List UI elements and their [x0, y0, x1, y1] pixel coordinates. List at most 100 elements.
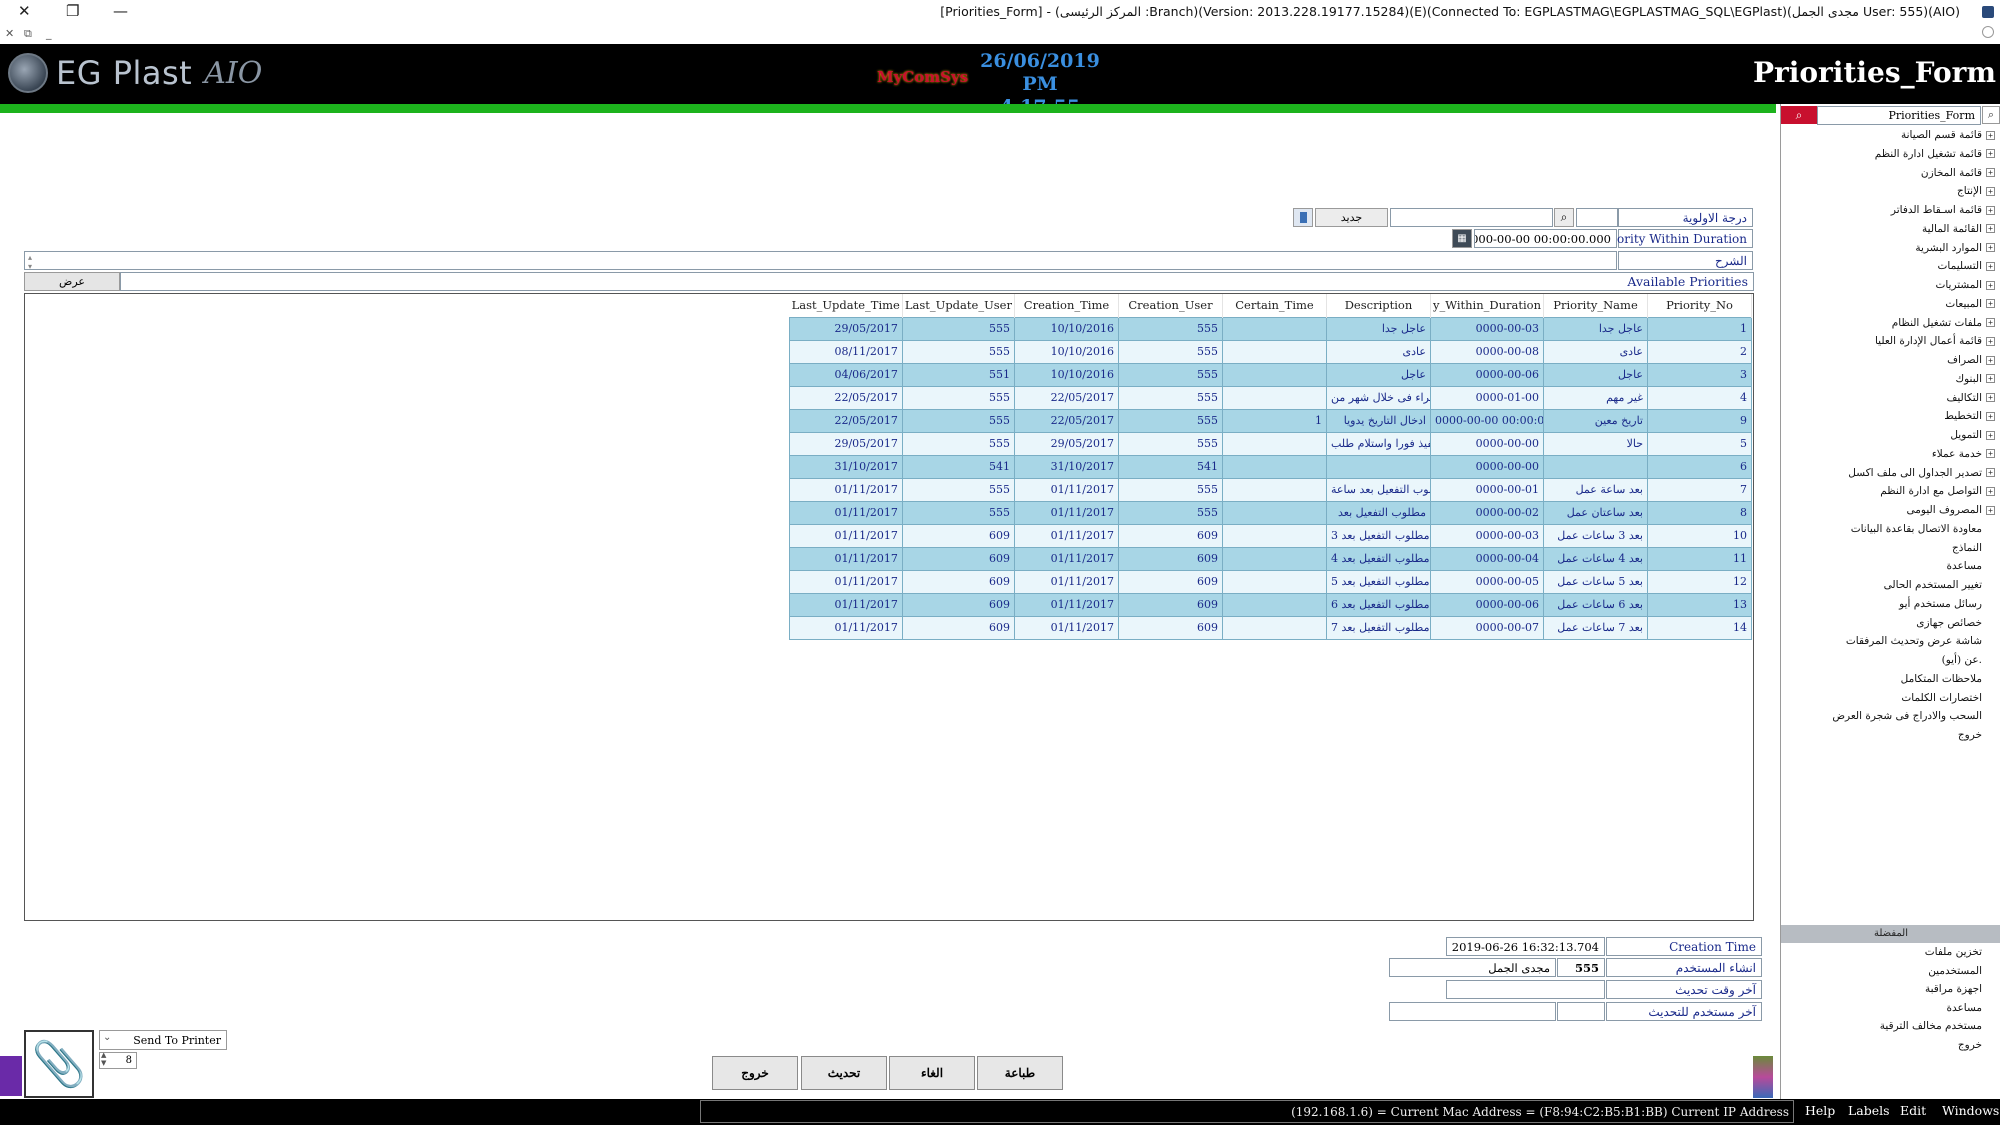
table-cell[interactable]: بعد ساعتان عمل: [1543, 500, 1648, 525]
priorities-grid[interactable]: Last_Update_Time Last_Update_User Creation…: [24, 293, 1754, 921]
table-cell[interactable]: مطلوب التفعيل بعد 5: [1325, 569, 1431, 594]
expand-icon[interactable]: +: [1986, 224, 1995, 234]
table-cell[interactable]: [1221, 546, 1327, 571]
new-button[interactable]: جديد: [1315, 208, 1388, 227]
table-cell[interactable]: 13: [1647, 592, 1752, 617]
table-cell[interactable]: 22/05/2017: [1013, 385, 1119, 410]
table-cell[interactable]: 609: [1117, 592, 1223, 617]
table-cell[interactable]: 541: [1117, 454, 1223, 479]
settings-icon[interactable]: [1982, 26, 1994, 38]
side-tab-icon[interactable]: [0, 1056, 22, 1096]
table-cell[interactable]: 9: [1647, 408, 1752, 433]
table-row[interactable]: 08/11/2017 555 10/10/2016 555 عادى 0000-00-08…: [789, 339, 1752, 364]
expand-icon[interactable]: +: [1986, 130, 1995, 140]
table-cell[interactable]: 12: [1647, 569, 1752, 594]
tree-item[interactable]: رسائل مستخدم أيو: [1899, 595, 1995, 613]
print-button[interactable]: طباعة: [977, 1056, 1063, 1090]
expand-icon[interactable]: +: [1986, 355, 1995, 365]
table-cell[interactable]: 0000-00-05: [1429, 569, 1545, 594]
expand-icon[interactable]: +: [1986, 205, 1995, 215]
table-cell[interactable]: [1221, 431, 1327, 456]
table-cell[interactable]: بعد 7 ساعات عمل: [1543, 615, 1648, 640]
table-cell[interactable]: التنفيذ فورا واستلام طلب: [1325, 431, 1431, 456]
tree-item[interactable]: النماذج: [1952, 539, 1995, 557]
table-cell[interactable]: 10/10/2016: [1013, 339, 1119, 364]
tree-item[interactable]: ملاحظات المتكامل: [1901, 670, 1995, 688]
calendar-icon[interactable]: ▦: [1452, 229, 1472, 248]
table-cell[interactable]: [1221, 569, 1327, 594]
tree-item[interactable]: التكاليف +: [1946, 389, 1995, 407]
table-cell[interactable]: [1221, 523, 1327, 548]
table-cell[interactable]: 609: [1117, 523, 1223, 548]
table-row[interactable]: 22/05/2017 555 22/05/2017 555 1 ادخال التاريخ…: [789, 408, 1752, 433]
table-cell[interactable]: عاجل: [1543, 362, 1648, 387]
table-cell[interactable]: عاجل جدا: [1543, 316, 1648, 341]
table-cell[interactable]: 29/05/2017: [789, 316, 903, 341]
table-row[interactable]: 01/11/2017 609 01/11/2017 609 مطلوب التفعيل …: [789, 523, 1752, 548]
column-header[interactable]: Certain_Time: [1222, 294, 1327, 317]
expand-icon[interactable]: +: [1986, 336, 1995, 346]
table-cell[interactable]: [1221, 385, 1327, 410]
magnifier-icon[interactable]: ⌕: [1982, 106, 2000, 124]
expand-icon[interactable]: +: [1986, 149, 1995, 159]
table-cell[interactable]: 609: [901, 546, 1015, 571]
priority-name-input[interactable]: [1390, 208, 1553, 227]
table-cell[interactable]: 0000-00-06: [1429, 362, 1545, 387]
favorite-item[interactable]: خروج: [1958, 1039, 1982, 1057]
table-cell[interactable]: [1221, 500, 1327, 525]
table-cell[interactable]: 01/11/2017: [1013, 523, 1119, 548]
expand-icon[interactable]: +: [1986, 486, 1995, 496]
table-cell[interactable]: 555: [1117, 316, 1223, 341]
expand-icon[interactable]: +: [1986, 505, 1995, 515]
table-cell[interactable]: 5: [1647, 431, 1752, 456]
table-cell[interactable]: بعد 4 ساعات عمل: [1543, 546, 1648, 571]
expand-icon[interactable]: +: [1986, 468, 1995, 477]
table-cell[interactable]: بعد 5 ساعات عمل: [1543, 569, 1648, 594]
table-cell[interactable]: [1221, 454, 1327, 479]
tree-item[interactable]: البنوك +: [1955, 370, 1995, 388]
table-cell[interactable]: 01/11/2017: [789, 523, 903, 548]
table-cell[interactable]: الشراء فى خلال شهر من: [1325, 385, 1431, 410]
column-header[interactable]: Description: [1326, 294, 1431, 317]
table-cell[interactable]: 609: [1117, 546, 1223, 571]
search-button-icon[interactable]: ⌕: [1781, 106, 1817, 124]
table-cell[interactable]: 10: [1647, 523, 1752, 548]
table-cell[interactable]: 609: [901, 615, 1015, 640]
table-cell[interactable]: 01/11/2017: [1013, 592, 1119, 617]
table-cell[interactable]: [1221, 316, 1327, 341]
table-cell[interactable]: 555: [901, 339, 1015, 364]
tree-item[interactable]: المصروف اليومى +: [1907, 501, 1995, 519]
table-cell[interactable]: بعد 6 ساعات عمل: [1543, 592, 1648, 617]
table-cell[interactable]: 1: [1221, 408, 1327, 433]
tree-item[interactable]: معاودة الاتصال بقاعدة البيانات: [1851, 520, 1995, 538]
table-cell[interactable]: 0000-00-01: [1429, 477, 1545, 502]
table-row[interactable]: 29/05/2017 555 10/10/2016 555 عاجل جدا 0000-0…: [789, 316, 1752, 341]
table-cell[interactable]: ادخال التاريخ يدويا: [1325, 408, 1431, 433]
table-cell[interactable]: 541: [901, 454, 1015, 479]
table-cell[interactable]: [1221, 477, 1327, 502]
spinner-icon[interactable]: ▴ ▾: [28, 253, 32, 271]
table-row[interactable]: 31/10/2017 541 31/10/2017 541 0000-00-00 6: [789, 454, 1752, 479]
table-cell[interactable]: 7: [1647, 477, 1752, 502]
table-cell[interactable]: عاجل: [1325, 362, 1431, 387]
table-cell[interactable]: 555: [901, 500, 1015, 525]
table-cell[interactable]: 555: [901, 477, 1015, 502]
table-cell[interactable]: 04/06/2017: [789, 362, 903, 387]
column-header[interactable]: Priority_Name: [1543, 294, 1648, 317]
tree-item[interactable]: المشتريات +: [1935, 276, 1995, 294]
record-icon[interactable]: [1293, 208, 1313, 227]
stepper-arrows-icon[interactable]: ▲ ▼: [101, 1051, 106, 1067]
restore-window-button[interactable]: ❐: [66, 2, 79, 20]
mdi-close-button[interactable]: ✕: [5, 27, 14, 40]
table-cell[interactable]: 555: [901, 431, 1015, 456]
table-cell[interactable]: حالا: [1543, 431, 1648, 456]
table-row[interactable]: 22/05/201755522/05/2017555الشراء فى خلال…: [789, 385, 1752, 410]
table-cell[interactable]: 0000-00-07: [1429, 615, 1545, 640]
close-window-button[interactable]: ✕: [18, 2, 31, 20]
column-header[interactable]: Last_Update_Time: [789, 294, 903, 317]
table-cell[interactable]: [1221, 615, 1327, 640]
menu-help[interactable]: Help: [1805, 1103, 1835, 1118]
table-cell[interactable]: مطلوب التفعيل بعد 3: [1325, 523, 1431, 548]
table-cell[interactable]: 01/11/2017: [789, 500, 903, 525]
expand-icon[interactable]: +: [1986, 318, 1995, 327]
